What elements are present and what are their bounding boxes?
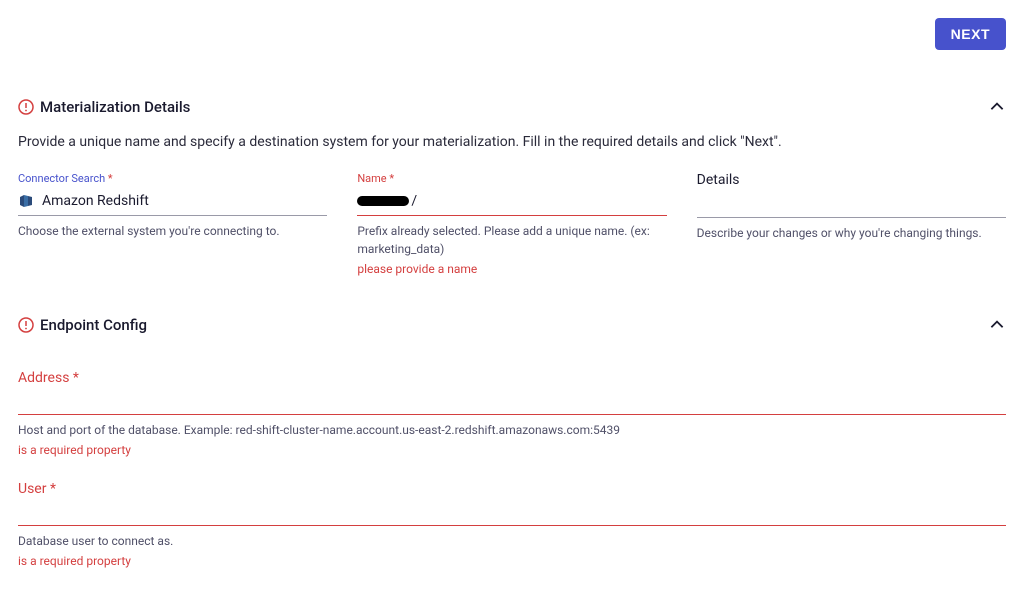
- user-field: User * Database user to connect as. is a…: [18, 481, 1006, 568]
- name-label: Name *: [357, 172, 666, 185]
- chevron-up-icon: [988, 316, 1006, 334]
- connector-search-input[interactable]: Amazon Redshift: [18, 189, 327, 216]
- next-button[interactable]: NEXT: [935, 18, 1006, 50]
- alert-icon: [18, 99, 34, 115]
- connector-helper: Choose the external system you're connec…: [18, 222, 327, 240]
- connector-value: Amazon Redshift: [42, 193, 149, 209]
- user-label: User *: [18, 481, 1006, 503]
- connector-search-label: Connector Search *: [18, 172, 327, 185]
- name-helper: Prefix already selected. Please add a un…: [357, 222, 666, 258]
- address-label: Address *: [18, 370, 1006, 392]
- connector-search-field: Connector Search * Amazon Redshift Choos…: [18, 172, 327, 276]
- user-error: is a required property: [18, 554, 1006, 568]
- materialization-section-header[interactable]: Materialization Details: [18, 98, 1006, 116]
- name-error: please provide a name: [357, 262, 666, 276]
- address-helper: Host and port of the database. Example: …: [18, 421, 1006, 439]
- redshift-icon: [18, 193, 34, 209]
- materialization-section-title: Materialization Details: [40, 98, 190, 116]
- address-input[interactable]: [18, 392, 1006, 415]
- address-error: is a required property: [18, 443, 1006, 457]
- name-input[interactable]: /: [357, 189, 666, 216]
- address-field: Address * Host and port of the database.…: [18, 370, 1006, 457]
- details-label: Details: [697, 172, 1006, 192]
- endpoint-section-title: Endpoint Config: [40, 316, 147, 334]
- name-field: Name * / Prefix already selected. Please…: [357, 172, 666, 276]
- user-input[interactable]: [18, 503, 1006, 526]
- user-helper: Database user to connect as.: [18, 532, 1006, 550]
- details-input[interactable]: [697, 192, 1006, 218]
- materialization-description: Provide a unique name and specify a dest…: [18, 134, 1006, 150]
- details-helper: Describe your changes or why you're chan…: [697, 224, 1006, 242]
- details-field: Details Describe your changes or why you…: [697, 172, 1006, 276]
- name-slash: /: [411, 193, 417, 209]
- name-prefix-redacted: [357, 196, 409, 206]
- endpoint-section-header[interactable]: Endpoint Config: [18, 316, 1006, 334]
- alert-icon: [18, 317, 34, 333]
- chevron-up-icon: [988, 98, 1006, 116]
